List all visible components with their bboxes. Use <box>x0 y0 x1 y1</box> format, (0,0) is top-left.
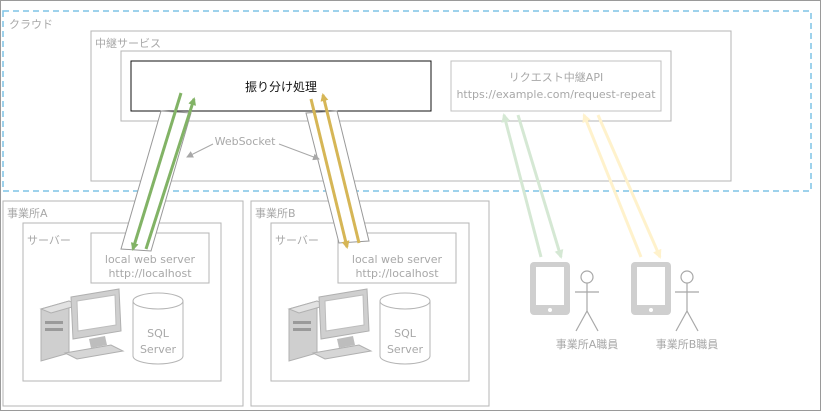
websocket-pointer-left <box>186 143 214 158</box>
office-a-server-label: サーバー <box>27 234 71 247</box>
websocket-pointer-right <box>278 143 320 161</box>
tablet-icon <box>631 262 671 315</box>
dispatch-label: 振り分け処理 <box>245 80 317 94</box>
office-b-label: 事業所B <box>255 207 296 220</box>
staff-b-label: 事業所B職員 <box>656 338 719 351</box>
tablet-icon <box>530 262 570 315</box>
office-a-db-line1: SQL <box>147 327 170 340</box>
office-b-box <box>250 200 490 407</box>
relay-api-box[interactable] <box>450 60 662 112</box>
office-a-label: 事業所A <box>7 207 48 220</box>
diagram-canvas: クラウド 中継サービス 振り分け処理 リクエスト中継API https://ex… <box>0 0 821 411</box>
person-icon <box>575 270 599 332</box>
relay-service-label: 中継サービス <box>95 36 161 50</box>
office-b-web-server-line2: http://localhost <box>355 267 439 280</box>
office-b-db-line2: Server <box>387 343 424 356</box>
office-a-db-line2: Server <box>140 343 177 356</box>
cloud-label: クラウド <box>9 18 53 31</box>
arrow-staff-b-down <box>596 114 662 259</box>
diagram-svg: クラウド 中継サービス 振り分け処理 リクエスト中継API https://ex… <box>2 10 812 407</box>
office-b-web-server-line1: local web server <box>352 253 443 266</box>
office-b-db-line1: SQL <box>394 327 417 340</box>
websocket-label: WebSocket <box>215 135 276 148</box>
office-a-web-server-line1: local web server <box>105 253 196 266</box>
relay-api-url: https://example.com/request-repeat <box>456 88 656 101</box>
staff-a-label: 事業所A職員 <box>556 338 619 351</box>
arrow-staff-b-up <box>582 113 643 258</box>
computer-icon <box>39 288 125 362</box>
office-a-box <box>2 200 244 407</box>
computer-icon <box>287 288 373 362</box>
person-icon <box>675 270 699 332</box>
arrow-staff-a-down <box>516 114 564 259</box>
relay-api-title: リクエスト中継API <box>509 70 603 84</box>
office-a-web-server-line2: http://localhost <box>108 267 192 280</box>
office-b-server-label: サーバー <box>275 234 319 247</box>
arrow-staff-a-up <box>501 113 543 258</box>
